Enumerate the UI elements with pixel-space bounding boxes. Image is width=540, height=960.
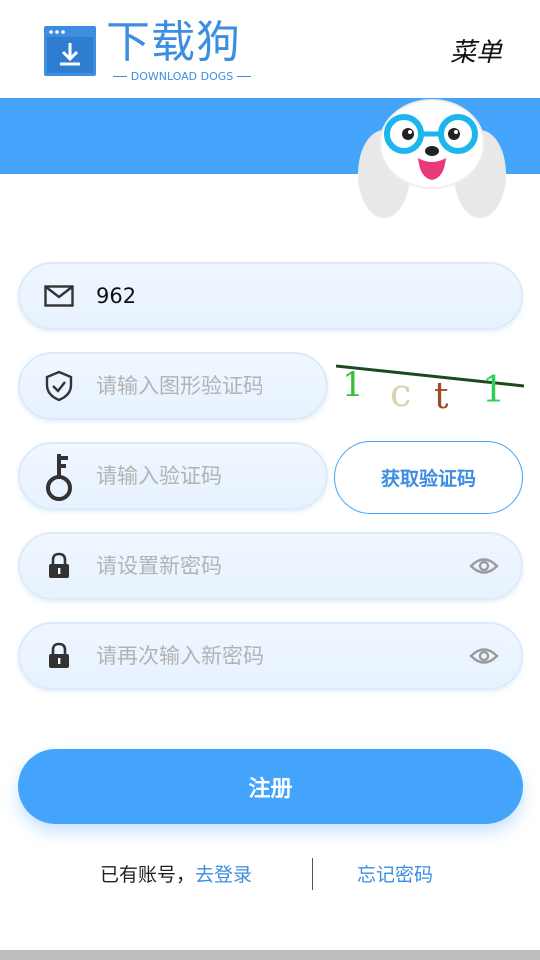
bottom-bar bbox=[0, 950, 540, 960]
app-header: 下载狗 DOWNLOAD DOGS 菜单 bbox=[0, 0, 540, 98]
lock-icon bbox=[44, 641, 74, 671]
captcha-char-2: c bbox=[390, 371, 411, 415]
logo-subtitle-text: DOWNLOAD DOGS bbox=[130, 70, 234, 83]
footer-links: 已有账号，去登录 忘记密码 bbox=[0, 858, 540, 890]
get-code-button[interactable]: 获取验证码 bbox=[334, 441, 523, 514]
dog-mascot-icon bbox=[358, 99, 506, 218]
captcha-char-3: t bbox=[434, 376, 449, 416]
captcha-char-4: 1 bbox=[482, 370, 505, 411]
confirm-password-input[interactable] bbox=[96, 624, 457, 688]
logo-title: 下载狗 bbox=[106, 17, 241, 68]
mail-icon bbox=[44, 281, 74, 311]
logo-subtitle: DOWNLOAD DOGS bbox=[113, 70, 251, 83]
eye-icon[interactable] bbox=[469, 555, 499, 577]
have-account-text: 已有账号，去登录 bbox=[100, 860, 252, 887]
register-button[interactable]: 注册 bbox=[18, 749, 523, 824]
divider bbox=[312, 858, 313, 890]
captcha-char-1: 1 bbox=[342, 365, 364, 405]
captcha-input[interactable] bbox=[96, 354, 262, 418]
password-field-wrapper bbox=[18, 532, 523, 600]
download-logo-icon bbox=[44, 26, 96, 76]
code-field-wrapper bbox=[18, 442, 328, 510]
captcha-image[interactable]: 1 c t 1 bbox=[336, 356, 524, 416]
key-icon bbox=[44, 454, 74, 501]
email-input[interactable] bbox=[96, 264, 457, 328]
lock-icon bbox=[44, 551, 74, 581]
email-field-wrapper bbox=[18, 262, 523, 330]
menu-button[interactable]: 菜单 bbox=[450, 32, 502, 69]
forgot-password-link[interactable]: 忘记密码 bbox=[357, 860, 433, 887]
password-input[interactable] bbox=[96, 534, 457, 598]
captcha-field-wrapper bbox=[18, 352, 328, 420]
have-account-label: 已有账号， bbox=[100, 864, 196, 886]
eye-icon[interactable] bbox=[469, 645, 499, 667]
confirm-password-field-wrapper bbox=[18, 622, 523, 690]
login-link[interactable]: 去登录 bbox=[195, 864, 252, 886]
shield-check-icon bbox=[44, 370, 74, 402]
code-input[interactable] bbox=[96, 444, 262, 508]
